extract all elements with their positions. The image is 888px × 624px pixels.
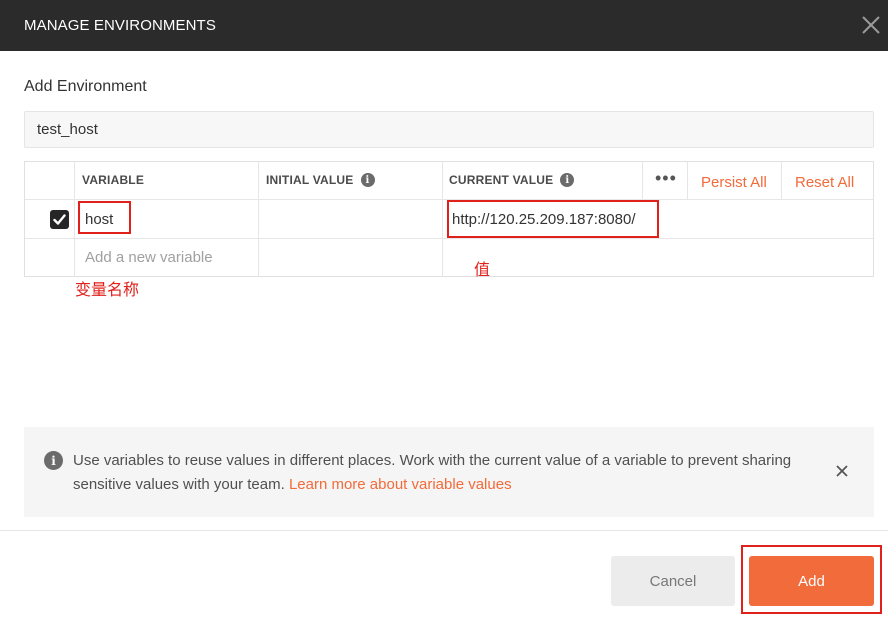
close-icon[interactable] (860, 14, 882, 36)
row-enabled-checkbox[interactable] (50, 210, 69, 229)
initial-value-column-header: INITIAL VALUE i (266, 173, 375, 187)
info-banner-text: Use variables to reuse values in differe… (73, 452, 792, 493)
variable-highlight-box (78, 201, 131, 234)
variable-column-header: VARIABLE (82, 173, 145, 187)
variable-name-note: 变量名称 (75, 282, 140, 299)
reset-all-button[interactable]: Reset All (795, 174, 854, 191)
more-options-icon[interactable]: ••• (655, 168, 677, 189)
column-divider (642, 162, 643, 200)
environment-name-input[interactable] (24, 111, 874, 148)
cancel-button[interactable]: Cancel (611, 556, 735, 606)
dialog-title: MANAGE ENVIRONMENTS (24, 17, 216, 34)
column-divider (258, 162, 259, 276)
column-divider (687, 162, 688, 200)
persist-all-button[interactable]: Persist All (701, 174, 767, 191)
table-header-row: VARIABLE INITIAL VALUE i CURRENT VALUE i… (25, 162, 873, 200)
checkmark-icon (53, 214, 66, 225)
dismiss-banner-icon[interactable] (835, 464, 849, 478)
info-icon[interactable]: i (560, 173, 575, 187)
info-icon[interactable]: i (360, 173, 375, 187)
value-note: 值 (474, 262, 491, 279)
footer-divider (0, 530, 888, 531)
learn-more-link[interactable]: Learn more about variable values (289, 476, 512, 493)
current-value-column-header: CURRENT VALUE i (449, 173, 575, 187)
new-variable-input[interactable]: Add a new variable (85, 249, 213, 266)
value-highlight-box (447, 200, 659, 238)
title-bar: MANAGE ENVIRONMENTS (0, 0, 888, 51)
new-variable-row: Add a new variable (25, 239, 873, 276)
column-divider (442, 162, 443, 276)
info-icon: i (44, 451, 63, 470)
add-button[interactable]: Add (749, 556, 874, 606)
column-divider (781, 162, 782, 200)
column-divider (74, 162, 75, 276)
info-banner: i Use variables to reuse values in diffe… (24, 427, 874, 517)
add-environment-label: Add Environment (24, 78, 147, 95)
